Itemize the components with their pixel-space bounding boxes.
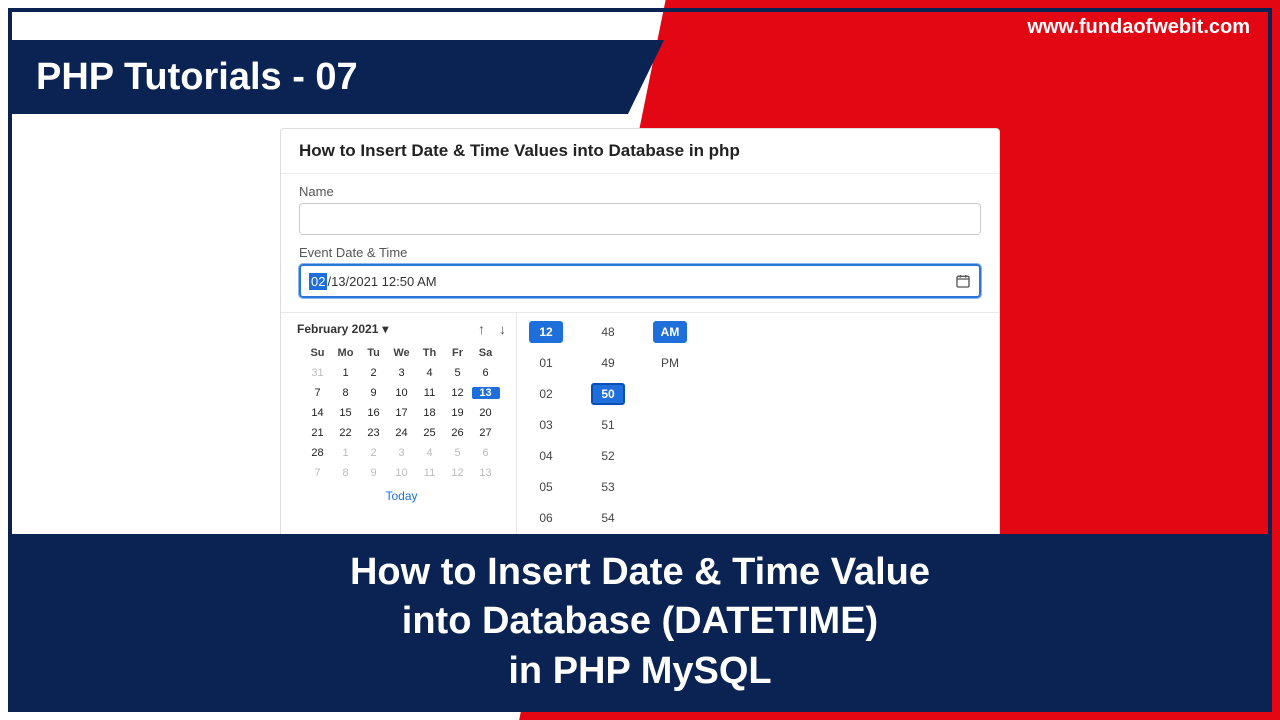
hour-cell[interactable]: 04 xyxy=(529,445,563,467)
dow-cell: Tu xyxy=(360,347,388,359)
minute-cell[interactable]: 48 xyxy=(591,321,625,343)
datetime-group: Event Date & Time 02/13/2021 12:50 AM xyxy=(299,245,981,298)
day-cell[interactable]: 10 xyxy=(388,387,416,399)
day-cell[interactable]: 19 xyxy=(444,407,472,419)
ampm-cell[interactable]: AM xyxy=(653,321,687,343)
dow-cell: Th xyxy=(416,347,444,359)
footer-line-2: into Database (DATETIME) xyxy=(402,597,878,646)
day-cell[interactable]: 8 xyxy=(332,387,360,399)
calendar-header: February 2021 ▾ ↑ ↓ xyxy=(291,321,512,343)
hour-cell[interactable]: 06 xyxy=(529,507,563,529)
next-month-icon[interactable]: ↓ xyxy=(499,321,506,337)
datetime-month-sel[interactable]: 02 xyxy=(309,273,327,290)
day-cell[interactable]: 10 xyxy=(388,467,416,479)
minute-cell[interactable]: 54 xyxy=(591,507,625,529)
minute-cell[interactable]: 51 xyxy=(591,414,625,436)
day-cell[interactable]: 21 xyxy=(304,427,332,439)
dow-cell: Su xyxy=(304,347,332,359)
month-nav: ↑ ↓ xyxy=(478,321,506,337)
minute-cell[interactable]: 52 xyxy=(591,445,625,467)
dow-cell: Fr xyxy=(444,347,472,359)
datetime-text: 02/13/2021 12:50 AM xyxy=(309,273,437,290)
card-body: Name Event Date & Time 02/13/2021 12:50 … xyxy=(281,174,999,316)
day-cell[interactable]: 3 xyxy=(388,447,416,459)
day-cell[interactable]: 11 xyxy=(416,387,444,399)
hour-cell[interactable]: 01 xyxy=(529,352,563,374)
month-selector[interactable]: February 2021 ▾ xyxy=(297,322,388,336)
calendar-icon[interactable] xyxy=(955,273,971,289)
day-cell[interactable]: 15 xyxy=(332,407,360,419)
day-cell[interactable]: 12 xyxy=(444,467,472,479)
day-cell[interactable]: 2 xyxy=(360,367,388,379)
minutes-col: 48 49 50 51 52 53 54 xyxy=(591,321,625,529)
datetime-input[interactable]: 02/13/2021 12:50 AM xyxy=(299,264,981,298)
day-cell[interactable]: 17 xyxy=(388,407,416,419)
hour-cell[interactable]: 03 xyxy=(529,414,563,436)
day-cell[interactable]: 6 xyxy=(472,367,500,379)
day-cell[interactable]: 5 xyxy=(444,367,472,379)
footer-bar: How to Insert Date & Time Value into Dat… xyxy=(8,534,1272,710)
hour-cell[interactable]: 05 xyxy=(529,476,563,498)
dow-cell: We xyxy=(388,347,416,359)
day-cell[interactable]: 1 xyxy=(332,367,360,379)
minute-cell[interactable]: 49 xyxy=(591,352,625,374)
day-cell[interactable]: 4 xyxy=(416,367,444,379)
day-cell[interactable]: 13 xyxy=(472,467,500,479)
day-cell[interactable]: 18 xyxy=(416,407,444,419)
today-link[interactable]: Today xyxy=(291,483,512,503)
site-url: www.fundaofwebit.com xyxy=(1027,16,1250,39)
caret-down-icon: ▾ xyxy=(382,322,388,336)
datetime-picker: February 2021 ▾ ↑ ↓ SuMoTuWeThFrSa311234… xyxy=(281,312,999,537)
day-cell[interactable]: 14 xyxy=(304,407,332,419)
time-panel: 12 01 02 03 04 05 06 48 49 50 51 52 53 54 AM PM xyxy=(517,313,999,537)
name-input[interactable] xyxy=(299,203,981,235)
day-cell[interactable]: 7 xyxy=(304,467,332,479)
day-cell[interactable]: 24 xyxy=(388,427,416,439)
day-cell[interactable]: 25 xyxy=(416,427,444,439)
minute-cell[interactable]: 53 xyxy=(591,476,625,498)
footer-line-3: in PHP MySQL xyxy=(508,647,771,696)
form-card: How to Insert Date & Time Values into Da… xyxy=(280,128,1000,538)
day-cell[interactable]: 8 xyxy=(332,467,360,479)
day-cell[interactable]: 28 xyxy=(304,447,332,459)
day-cell[interactable]: 26 xyxy=(444,427,472,439)
day-cell[interactable]: 7 xyxy=(304,387,332,399)
day-cell[interactable]: 20 xyxy=(472,407,500,419)
footer-line-1: How to Insert Date & Time Value xyxy=(350,548,930,597)
day-cell[interactable]: 22 xyxy=(332,427,360,439)
dow-cell: Mo xyxy=(332,347,360,359)
day-cell[interactable]: 5 xyxy=(444,447,472,459)
ampm-col: AM PM xyxy=(653,321,687,529)
calendar-panel: February 2021 ▾ ↑ ↓ SuMoTuWeThFrSa311234… xyxy=(281,313,517,537)
day-cell[interactable]: 13 xyxy=(472,387,500,399)
minute-cell[interactable]: 50 xyxy=(591,383,625,405)
calendar-grid: SuMoTuWeThFrSa31123456789101112131415161… xyxy=(291,343,512,483)
day-cell[interactable]: 23 xyxy=(360,427,388,439)
card-header: How to Insert Date & Time Values into Da… xyxy=(281,129,999,174)
day-cell[interactable]: 16 xyxy=(360,407,388,419)
day-cell[interactable]: 1 xyxy=(332,447,360,459)
day-cell[interactable]: 12 xyxy=(444,387,472,399)
datetime-label: Event Date & Time xyxy=(299,245,981,260)
day-cell[interactable]: 9 xyxy=(360,387,388,399)
day-cell[interactable]: 9 xyxy=(360,467,388,479)
day-cell[interactable]: 4 xyxy=(416,447,444,459)
day-cell[interactable]: 3 xyxy=(388,367,416,379)
title-bar: PHP Tutorials - 07 xyxy=(8,40,628,114)
ampm-cell[interactable]: PM xyxy=(653,352,687,374)
day-cell[interactable]: 27 xyxy=(472,427,500,439)
day-cell[interactable]: 11 xyxy=(416,467,444,479)
hours-col: 12 01 02 03 04 05 06 xyxy=(529,321,563,529)
page-title: PHP Tutorials - 07 xyxy=(36,56,358,99)
name-label: Name xyxy=(299,184,981,199)
day-cell[interactable]: 2 xyxy=(360,447,388,459)
name-group: Name xyxy=(299,184,981,235)
hour-cell[interactable]: 02 xyxy=(529,383,563,405)
dow-cell: Sa xyxy=(472,347,500,359)
day-cell[interactable]: 6 xyxy=(472,447,500,459)
day-cell[interactable]: 31 xyxy=(304,367,332,379)
hour-cell[interactable]: 12 xyxy=(529,321,563,343)
prev-month-icon[interactable]: ↑ xyxy=(478,321,485,337)
